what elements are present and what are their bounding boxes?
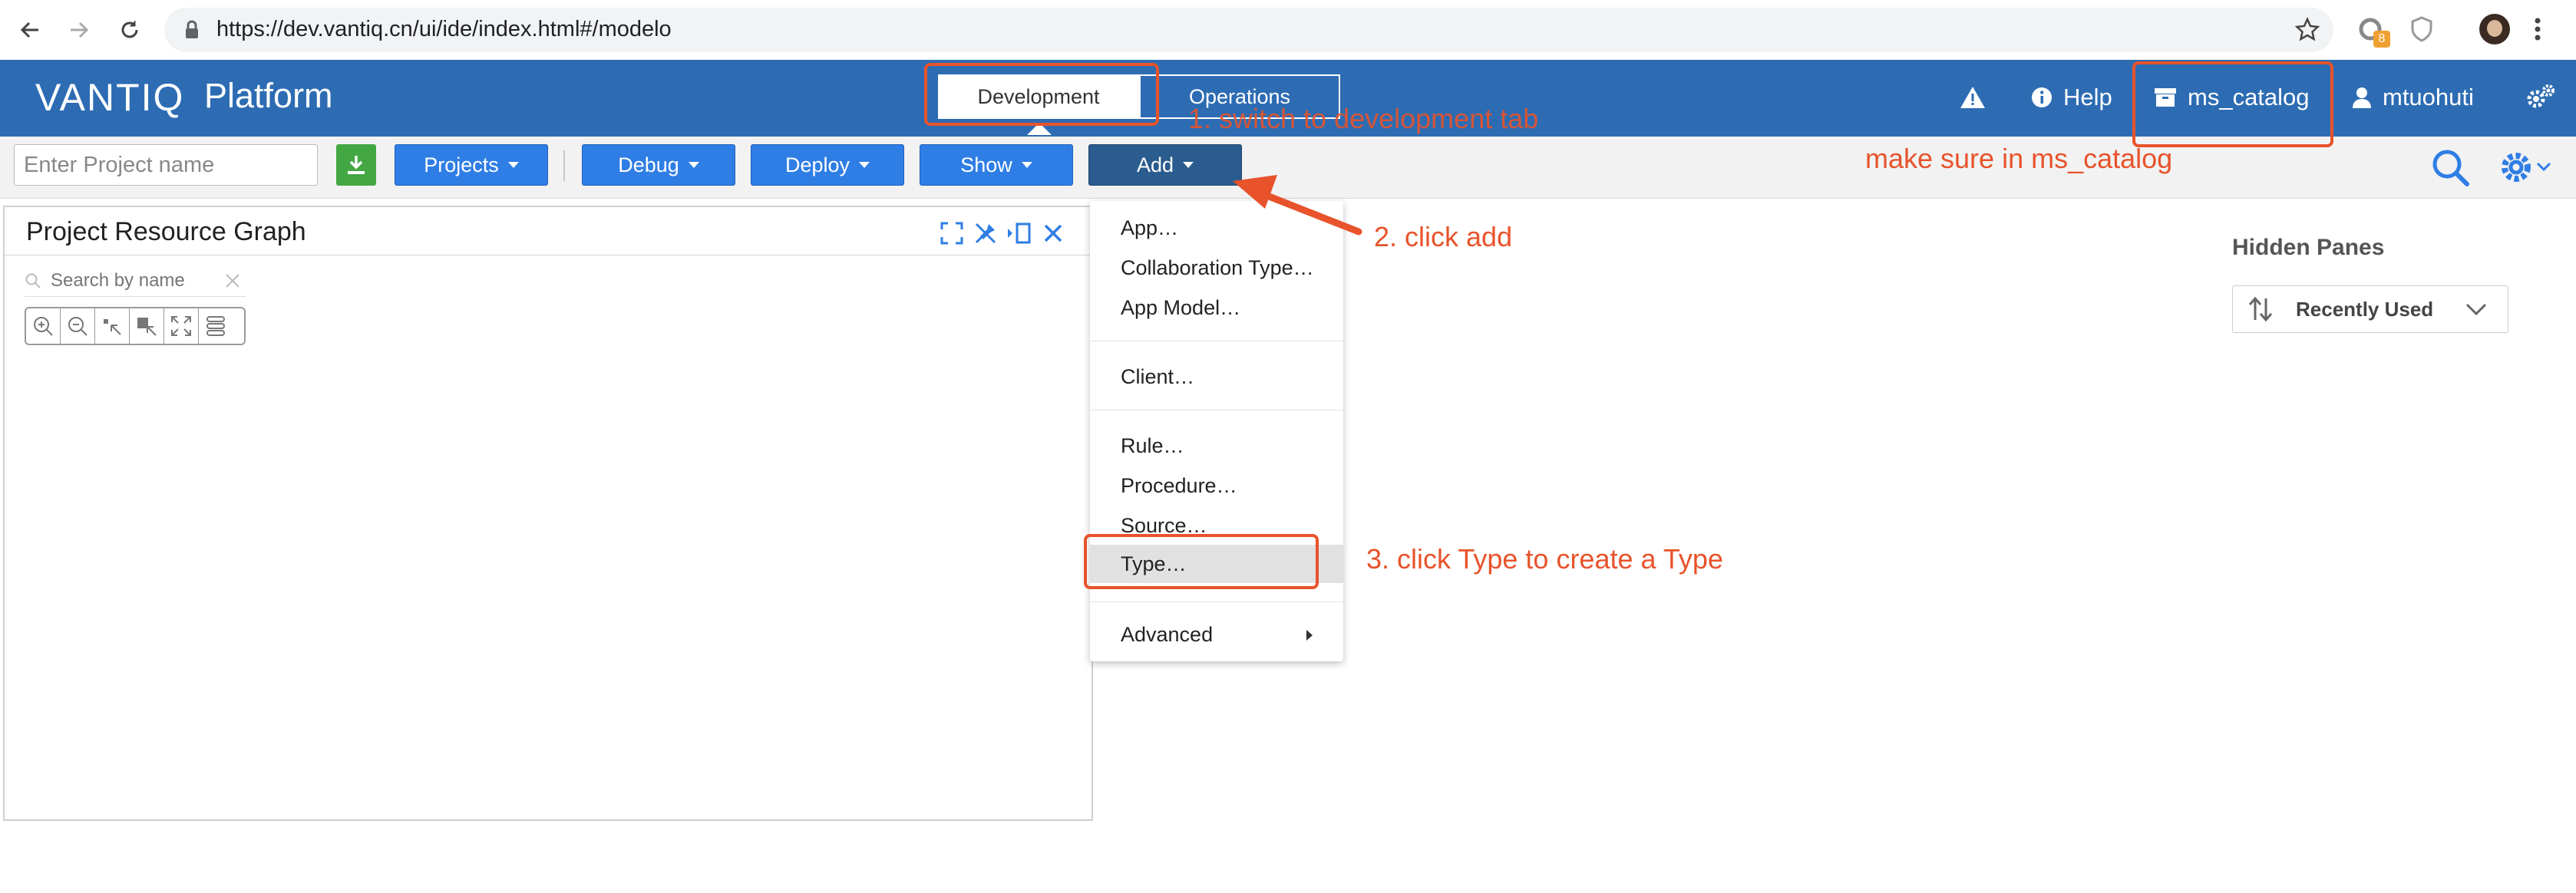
sort-icon bbox=[2248, 296, 2273, 322]
toolbar-divider bbox=[563, 150, 565, 181]
download-icon bbox=[348, 156, 365, 174]
lock-icon bbox=[184, 20, 200, 44]
forward-arrow-icon[interactable] bbox=[60, 11, 98, 49]
zoom-out-icon[interactable] bbox=[61, 308, 95, 344]
chevron-down-icon bbox=[2465, 303, 2487, 316]
close-icon[interactable] bbox=[1036, 218, 1070, 249]
platform-label: Platform bbox=[204, 76, 333, 115]
debug-button[interactable]: Debug bbox=[582, 144, 735, 186]
help-button[interactable]: Help bbox=[2031, 80, 2112, 115]
caret-down-icon bbox=[507, 162, 519, 168]
graph-zoom-toolbar bbox=[25, 307, 246, 345]
back-arrow-icon[interactable] bbox=[11, 11, 49, 49]
add-button-label: Add bbox=[1136, 153, 1174, 176]
zoom-in-icon[interactable] bbox=[26, 308, 61, 344]
caret-down-icon bbox=[1183, 162, 1194, 168]
annotation-namespace-note: make sure in ms_catalog bbox=[1865, 143, 2173, 174]
annotation-arrow bbox=[1233, 175, 1362, 236]
download-project-button[interactable] bbox=[336, 144, 376, 186]
settings-gears-icon[interactable] bbox=[2525, 80, 2567, 115]
reload-icon[interactable] bbox=[111, 11, 149, 49]
chevron-down-icon bbox=[2536, 162, 2551, 172]
vantiq-logo[interactable]: VANTIQ bbox=[35, 74, 184, 120]
bookmark-star-icon[interactable] bbox=[2294, 16, 2320, 45]
shield-extension-icon[interactable] bbox=[2409, 15, 2435, 47]
menu-item-procedure[interactable]: Procedure… bbox=[1090, 466, 1343, 505]
search-icon bbox=[25, 273, 41, 288]
menu-item-advanced[interactable]: Advanced bbox=[1090, 615, 1343, 654]
sort-select-label: Recently Used bbox=[2296, 297, 2434, 321]
url-text[interactable]: https://dev.vantiq.cn/ui/ide/index.html#… bbox=[216, 17, 672, 42]
profile-avatar[interactable] bbox=[2479, 14, 2510, 44]
user-menu-button[interactable]: mtuohuti bbox=[2352, 80, 2474, 115]
projects-button-label: Projects bbox=[424, 153, 499, 176]
maximize-icon[interactable] bbox=[935, 218, 969, 249]
add-button[interactable]: Add bbox=[1088, 144, 1242, 186]
extension-icon[interactable]: 8 bbox=[2358, 15, 2390, 48]
logo-text: VANTIQ bbox=[35, 76, 185, 119]
annotation-step3: 3. click Type to create a Type bbox=[1366, 543, 1723, 575]
user-label: mtuohuti bbox=[2383, 84, 2474, 110]
project-resource-graph-pane bbox=[3, 206, 1093, 821]
graph-pane-title: Project Resource Graph bbox=[26, 217, 306, 246]
select-node-icon[interactable] bbox=[95, 308, 130, 344]
fit-to-screen-icon[interactable] bbox=[164, 308, 199, 344]
hidden-panes-title: Hidden Panes bbox=[2232, 235, 2385, 260]
alert-button[interactable] bbox=[1959, 80, 1997, 115]
caret-down-icon bbox=[859, 162, 870, 168]
submenu-arrow-icon bbox=[1306, 630, 1313, 641]
annotation-step1: 1. switch to development tab bbox=[1188, 103, 1539, 134]
show-button[interactable]: Show bbox=[920, 144, 1073, 186]
show-button-label: Show bbox=[960, 153, 1012, 176]
graph-pane-tools bbox=[935, 218, 1070, 249]
settings-gear-icon[interactable] bbox=[2496, 147, 2551, 187]
menu-item-app-model[interactable]: App Model… bbox=[1090, 288, 1343, 327]
menu-item-rule[interactable]: Rule… bbox=[1090, 427, 1343, 465]
help-label: Help bbox=[2063, 84, 2112, 110]
menu-item-collaboration-type[interactable]: Collaboration Type… bbox=[1090, 249, 1343, 287]
clear-search-icon[interactable] bbox=[224, 272, 241, 289]
caret-down-icon bbox=[688, 162, 699, 168]
menu-item-advanced-label: Advanced bbox=[1121, 622, 1214, 646]
dock-pane-icon[interactable] bbox=[1002, 218, 1036, 249]
user-icon bbox=[2353, 87, 2371, 108]
layout-icon[interactable] bbox=[199, 308, 233, 344]
warning-icon bbox=[1960, 87, 1985, 108]
hidden-panes-sort-select[interactable]: Recently Used bbox=[2232, 285, 2508, 333]
annotation-step2: 2. click add bbox=[1374, 221, 1513, 252]
graph-search-field[interactable] bbox=[25, 265, 246, 297]
browser-menu-icon[interactable] bbox=[2533, 15, 2542, 47]
graph-search-input[interactable] bbox=[49, 269, 206, 292]
projects-button[interactable]: Projects bbox=[395, 144, 548, 186]
menu-divider bbox=[1090, 601, 1343, 602]
add-dropdown-menu: App… Collaboration Type… App Model… Clie… bbox=[1090, 201, 1343, 661]
deploy-button-label: Deploy bbox=[784, 153, 850, 176]
info-icon bbox=[2032, 87, 2052, 107]
annotation-box-namespace bbox=[2132, 61, 2333, 147]
debug-button-label: Debug bbox=[618, 153, 679, 176]
unpin-icon[interactable] bbox=[969, 218, 1002, 249]
extension-badge: 8 bbox=[2373, 31, 2390, 48]
deploy-button[interactable]: Deploy bbox=[751, 144, 904, 186]
menu-item-client[interactable]: Client… bbox=[1090, 358, 1343, 396]
project-name-input[interactable] bbox=[14, 144, 318, 186]
search-icon[interactable] bbox=[2430, 147, 2470, 191]
select-area-icon[interactable] bbox=[130, 308, 164, 344]
annotation-box-type bbox=[1084, 534, 1319, 589]
annotation-box-development bbox=[924, 63, 1159, 126]
caret-down-icon bbox=[1021, 162, 1032, 168]
